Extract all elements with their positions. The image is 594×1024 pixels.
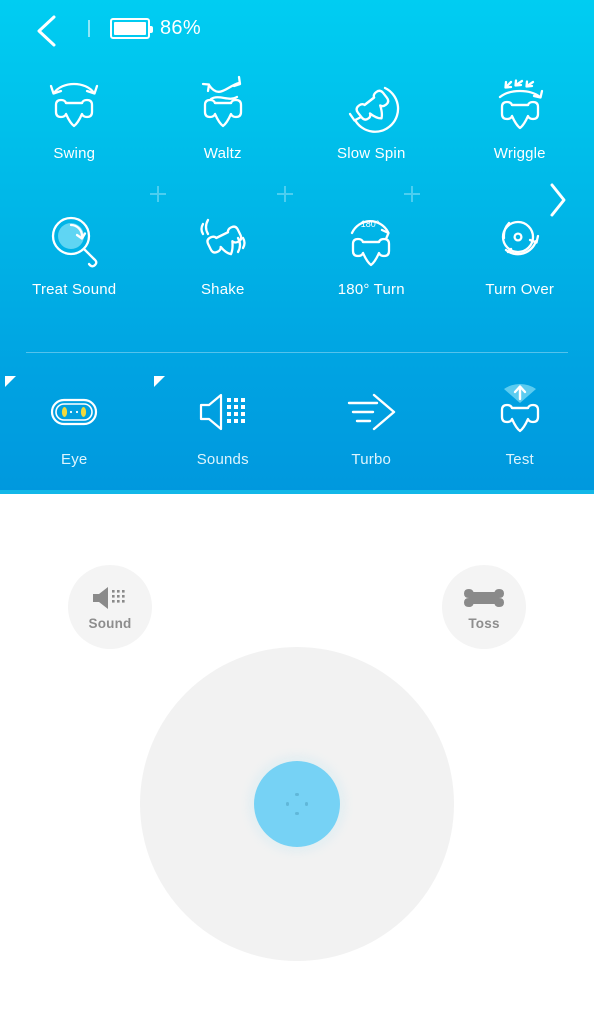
- action-slow-spin[interactable]: Slow Spin: [297, 72, 446, 184]
- treat-sound-icon: [40, 208, 108, 276]
- action-label: Treat Sound: [32, 281, 117, 298]
- plus-icon: [277, 186, 293, 202]
- bone-slow-spin-icon: [337, 72, 405, 140]
- bone-180-turn-icon: 180°: [337, 208, 405, 276]
- action-row-3: Eye Sounds Turbo Test: [0, 376, 594, 490]
- sound-button[interactable]: Sound: [68, 565, 152, 649]
- corner-flag-icon: [153, 376, 165, 387]
- app-header: 86%: [0, 0, 594, 58]
- action-label: Waltz: [203, 145, 242, 162]
- bone-test-signal-icon: [486, 378, 554, 446]
- section-divider: [26, 352, 568, 353]
- action-panel: 86% Swing Waltz Slow Spin Wriggle Treat …: [0, 0, 594, 494]
- action-label: 180° Turn: [337, 281, 405, 298]
- sound-button-label: Sound: [88, 616, 132, 631]
- action-turbo[interactable]: Turbo: [297, 378, 446, 490]
- action-label: Shake: [200, 281, 245, 298]
- action-shake[interactable]: Shake: [149, 208, 298, 320]
- battery-percent-label: 86%: [160, 17, 201, 39]
- corner-flag-icon: [5, 376, 16, 387]
- action-label: Eye: [61, 451, 88, 468]
- header-divider: [88, 20, 90, 37]
- action-eye[interactable]: Eye: [0, 376, 149, 490]
- bone-waltz-icon: [189, 72, 257, 140]
- action-treat-sound[interactable]: Treat Sound: [0, 208, 149, 320]
- action-test[interactable]: Test: [446, 378, 594, 490]
- bone-turn-over-icon: [486, 208, 554, 276]
- plus-icon: [404, 186, 420, 202]
- knob-dots-icon: [286, 793, 308, 815]
- action-label: Test: [505, 451, 534, 468]
- speaker-icon: [191, 378, 255, 446]
- speaker-icon: [91, 583, 129, 613]
- action-waltz[interactable]: Waltz: [149, 72, 298, 184]
- control-area: Sound Toss: [0, 494, 594, 1024]
- battery-icon: [110, 18, 153, 39]
- battery-fill: [114, 22, 146, 35]
- action-label: Sounds: [196, 451, 249, 468]
- back-button[interactable]: [28, 12, 66, 50]
- action-label: Turbo: [351, 451, 392, 468]
- action-row-1: Swing Waltz Slow Spin Wriggle: [0, 72, 594, 184]
- toss-button[interactable]: Toss: [442, 565, 526, 649]
- action-sounds[interactable]: Sounds: [149, 376, 298, 490]
- action-label: Turn Over: [485, 281, 555, 298]
- action-wriggle[interactable]: Wriggle: [446, 72, 594, 184]
- bone-swing-icon: [40, 72, 108, 140]
- bone-wriggle-icon: [486, 72, 554, 140]
- bone-shake-icon: [189, 208, 257, 276]
- plus-icon: [150, 186, 166, 202]
- remote-control-screen: 86% Swing Waltz Slow Spin Wriggle Treat …: [0, 0, 594, 1024]
- action-turn-over[interactable]: Turn Over: [446, 208, 594, 320]
- action-swing[interactable]: Swing: [0, 72, 149, 184]
- action-row-2: Treat Sound Shake 180° 180° Turn Turn Ov…: [0, 208, 594, 320]
- turbo-icon: [337, 378, 405, 446]
- action-label: Swing: [53, 145, 96, 162]
- chevron-left-icon: [37, 15, 56, 47]
- action-label: Slow Spin: [336, 145, 406, 162]
- bone-icon: [463, 583, 505, 613]
- action-label: Wriggle: [493, 145, 546, 162]
- eye-icon: [37, 378, 111, 446]
- action-180-turn[interactable]: 180° 180° Turn: [297, 208, 446, 320]
- arc-label: 180°: [361, 219, 380, 229]
- joystick-knob[interactable]: [254, 761, 340, 847]
- toss-button-label: Toss: [468, 616, 500, 631]
